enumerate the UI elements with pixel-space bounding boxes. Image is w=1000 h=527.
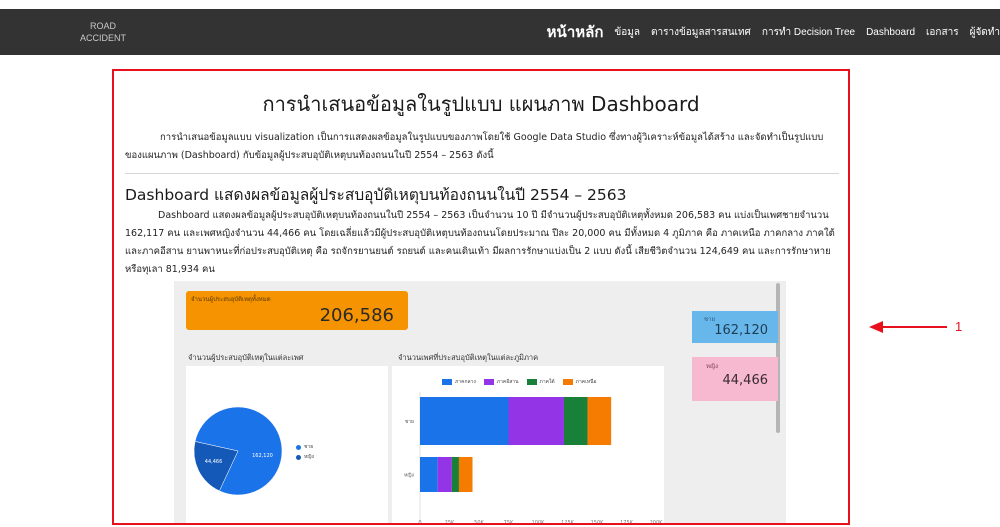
- x-tick-label: 125K: [561, 520, 575, 525]
- pie-data-label: 44,466: [205, 459, 223, 465]
- x-tick-label: 150K: [591, 520, 605, 525]
- divider: [125, 173, 839, 174]
- total-scorecard: จำนวนผู้ประสบอุบัติเหตุทั้งหมด 206,586: [186, 291, 408, 330]
- highlight-frame: การนำเสนอข้อมูลในรูปแบบ แผนภาพ Dashboard…: [112, 69, 850, 525]
- pie-chart-panel: 162,120 44,466 ชาย หญิง: [186, 366, 388, 523]
- site-logo[interactable]: ROAD ACCIDENT: [80, 20, 126, 44]
- y-tick-label: หญิง: [404, 472, 415, 479]
- pie-legend-item-female: หญิง: [296, 453, 314, 461]
- x-tick-label: 75K: [504, 520, 514, 525]
- pie-legend: ชาย หญิง: [296, 443, 314, 463]
- annotation-number: 1: [955, 319, 963, 334]
- nav-item-info-table[interactable]: ตารางข้อมูลสารสนเทศ: [651, 25, 751, 40]
- nav-item-decision-tree[interactable]: การทำ Decision Tree: [762, 25, 855, 40]
- x-tick-label: 100K: [532, 520, 546, 525]
- stacked-bar-chart: ชายหญิง 0 25K 50K 75K 100K 125K 150K 175K 200K: [404, 392, 664, 525]
- bar-segment: [420, 457, 438, 492]
- x-tick-label: 200K: [650, 520, 664, 525]
- male-value: 162,120: [714, 323, 768, 338]
- bar-chart-panel: ภาคกลาง ภาคอีสาน ภาคใต้ ภาคเหนือ ชาย หญิง…: [392, 366, 664, 525]
- logo-line-1: ROAD: [90, 21, 117, 31]
- section-paragraph: Dashboard แสดงผลข้อมูลผู้ประสบอุบัติเหตุ…: [125, 210, 835, 275]
- y-tick-label: ชาย: [405, 419, 414, 425]
- annotation-arrow-icon: [869, 321, 947, 333]
- bar-segment: [563, 397, 588, 445]
- x-tick-label: 25K: [445, 520, 455, 525]
- bar-segment: [508, 397, 564, 445]
- pie-legend-item-male: ชาย: [296, 443, 314, 451]
- legend-dot: [296, 444, 301, 450]
- female-scorecard: หญิง 44,466: [692, 357, 778, 401]
- x-tick-label: 175K: [620, 520, 634, 525]
- female-label: หญิง: [706, 363, 718, 370]
- section-title: Dashboard แสดงผลข้อมูลผู้ประสบอุบัติเหตุ…: [125, 186, 627, 204]
- bar-segment: [437, 457, 452, 492]
- bar-segment: [587, 397, 612, 445]
- x-tick-label: 0: [418, 520, 421, 525]
- x-tick-label: 50K: [474, 520, 484, 525]
- pie-data-label: 162,120: [252, 453, 273, 459]
- male-scorecard: ชาย 162,120: [692, 311, 778, 343]
- bar-segment: [420, 397, 509, 445]
- dashboard-embed[interactable]: จำนวนผู้ประสบอุบัติเหตุทั้งหมด 206,586 ช…: [174, 281, 786, 525]
- nav-item-data[interactable]: ข้อมูล: [614, 25, 640, 40]
- logo-line-2: ACCIDENT: [80, 33, 127, 43]
- nav-item-home[interactable]: หน้าหลัก: [547, 20, 604, 44]
- total-value: 206,586: [319, 305, 394, 326]
- nav-item-dashboard[interactable]: Dashboard: [866, 27, 915, 38]
- bar-chart-title: จำนวนเพศที่ประสบอุบัติเหตุในแต่ละภูมิภาค: [398, 353, 539, 362]
- pie-chart: 162,120 44,466: [193, 406, 283, 496]
- top-navbar: ROAD ACCIDENT หน้าหลัก ข้อมูล ตารางข้อมู…: [0, 9, 1000, 55]
- page-title: การนำเสนอข้อมูลในรูปแบบ แผนภาพ Dashboard: [262, 92, 700, 116]
- female-value: 44,466: [722, 373, 769, 388]
- total-label: จำนวนผู้ประสบอุบัติเหตุทั้งหมด: [191, 296, 271, 303]
- legend-dot: [296, 454, 301, 460]
- legend-text: ชาย: [304, 444, 314, 450]
- bar-segment: [458, 457, 473, 492]
- nav-item-documents[interactable]: เอกสาร: [926, 25, 959, 40]
- bar-segment: [451, 457, 459, 492]
- intro-paragraph: การนำเสนอข้อมูลแบบ visualization เป็นการ…: [125, 132, 824, 161]
- nav-item-authors[interactable]: ผู้จัดทำ: [970, 25, 1000, 40]
- pie-chart-title: จำนวนผู้ประสบอุบัติเหตุในแต่ละเพศ: [188, 353, 304, 362]
- legend-text: หญิง: [304, 454, 314, 460]
- nav-menu: หน้าหลัก ข้อมูล ตารางข้อมูลสารสนเทศ การท…: [547, 9, 1000, 55]
